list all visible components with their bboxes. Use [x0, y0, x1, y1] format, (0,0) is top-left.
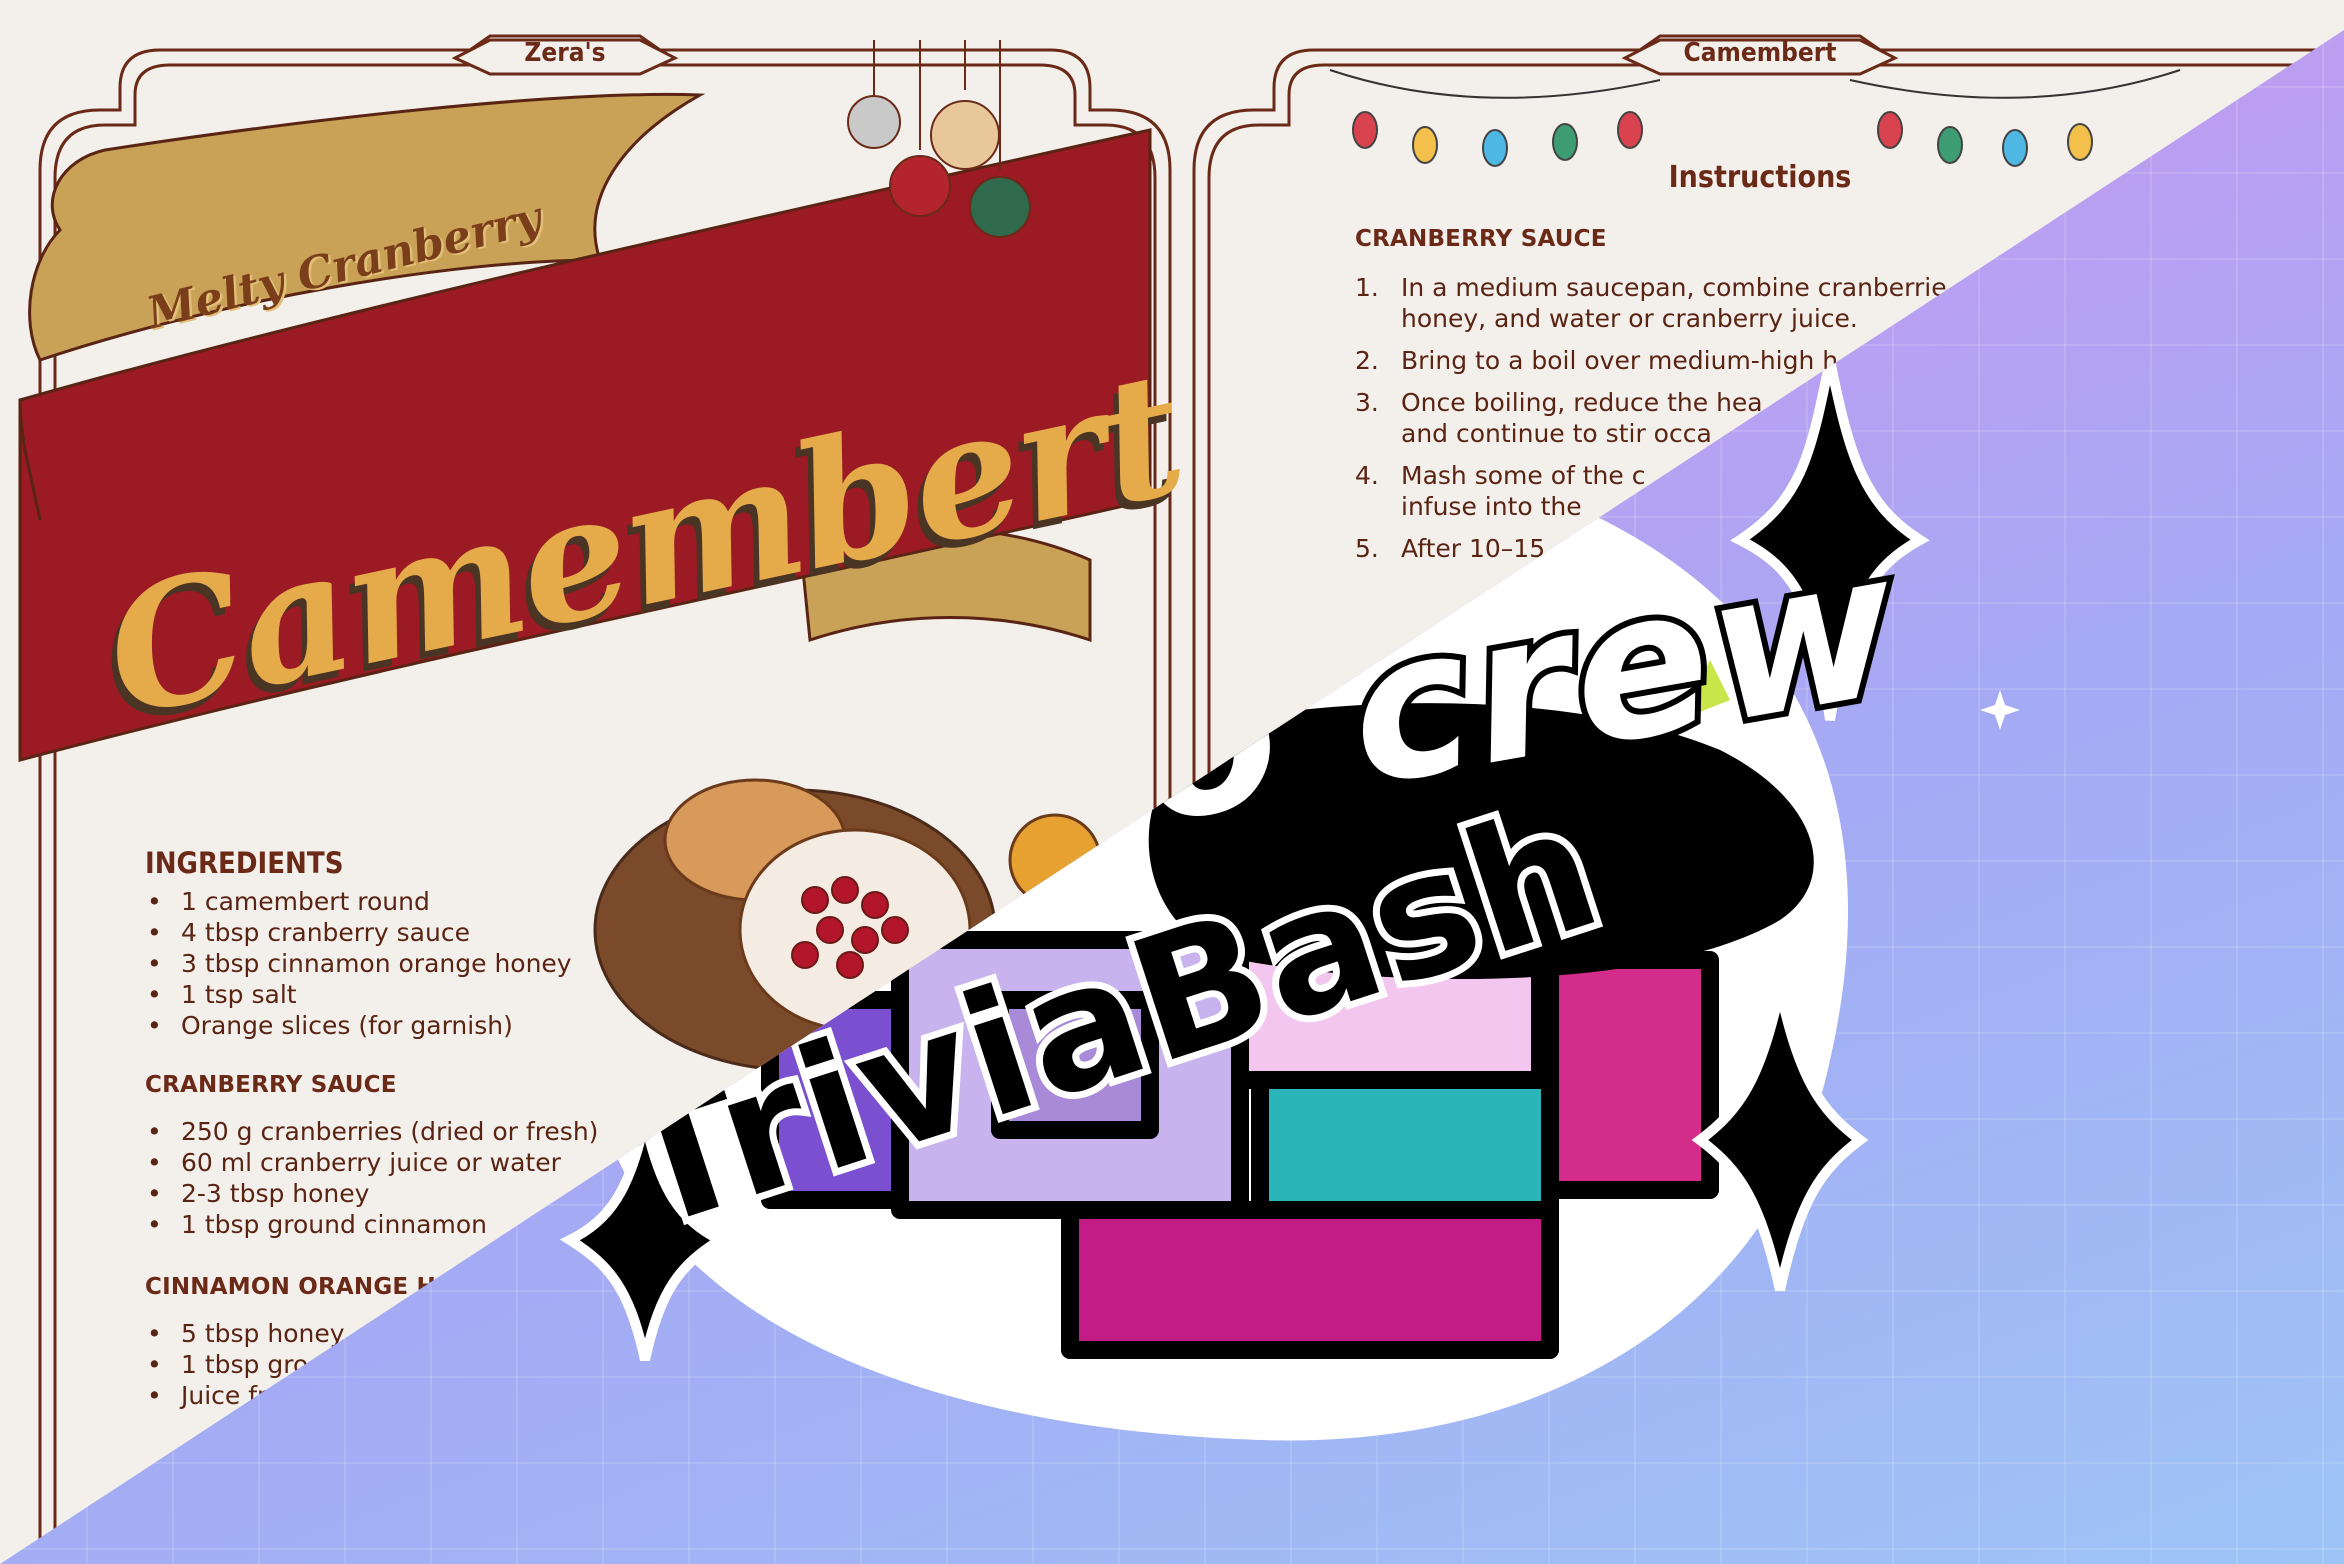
- list-item: 1 camembert round: [145, 886, 572, 917]
- ingredients-list: 1 camembert round 4 tbsp cranberry sauce…: [145, 886, 572, 1041]
- small-sparkle-icon: [1980, 690, 2020, 730]
- list-item: 5 tbsp honey: [145, 1318, 345, 1349]
- list-item: 4 tbsp cranberry sauce: [145, 917, 572, 948]
- list-item: 60 ml cranberry juice or water: [145, 1147, 598, 1178]
- silver-ornament-icon: [847, 95, 901, 149]
- ingredients-heading: INGREDIENTS: [145, 846, 344, 880]
- list-item: 1. In a medium saucepan, combine cranberr…: [1355, 273, 1947, 333]
- christmas-ornaments: [847, 40, 1031, 238]
- list-item: 250 g cranberries (dried or fresh): [145, 1116, 598, 1147]
- instructions-sauce-heading: CRANBERRY SAUCE: [1355, 226, 1607, 252]
- stage: Zera's Melty Cranberry Camembert INGREDI…: [0, 0, 2344, 1564]
- cranberry-sauce-heading: CRANBERRY SAUCE: [145, 1072, 397, 1098]
- cinnamon-honey-heading: CINNAMON ORANGE H: [145, 1274, 436, 1300]
- gold-ornament-icon: [930, 100, 1000, 170]
- christmas-lights-icon: [1352, 111, 2093, 167]
- green-ornament-icon: [969, 176, 1031, 238]
- list-item: 1 tsp salt: [145, 979, 572, 1010]
- list-item: Orange slices (for garnish): [145, 1010, 572, 1041]
- list-item: 3 tbsp cinnamon orange honey: [145, 948, 572, 979]
- right-tab-label: Camembert: [1683, 38, 1837, 68]
- list-item: 2-3 tbsp honey: [145, 1178, 598, 1209]
- red-ornament-icon: [889, 155, 951, 217]
- instructions-heading: Instructions: [1668, 160, 1852, 195]
